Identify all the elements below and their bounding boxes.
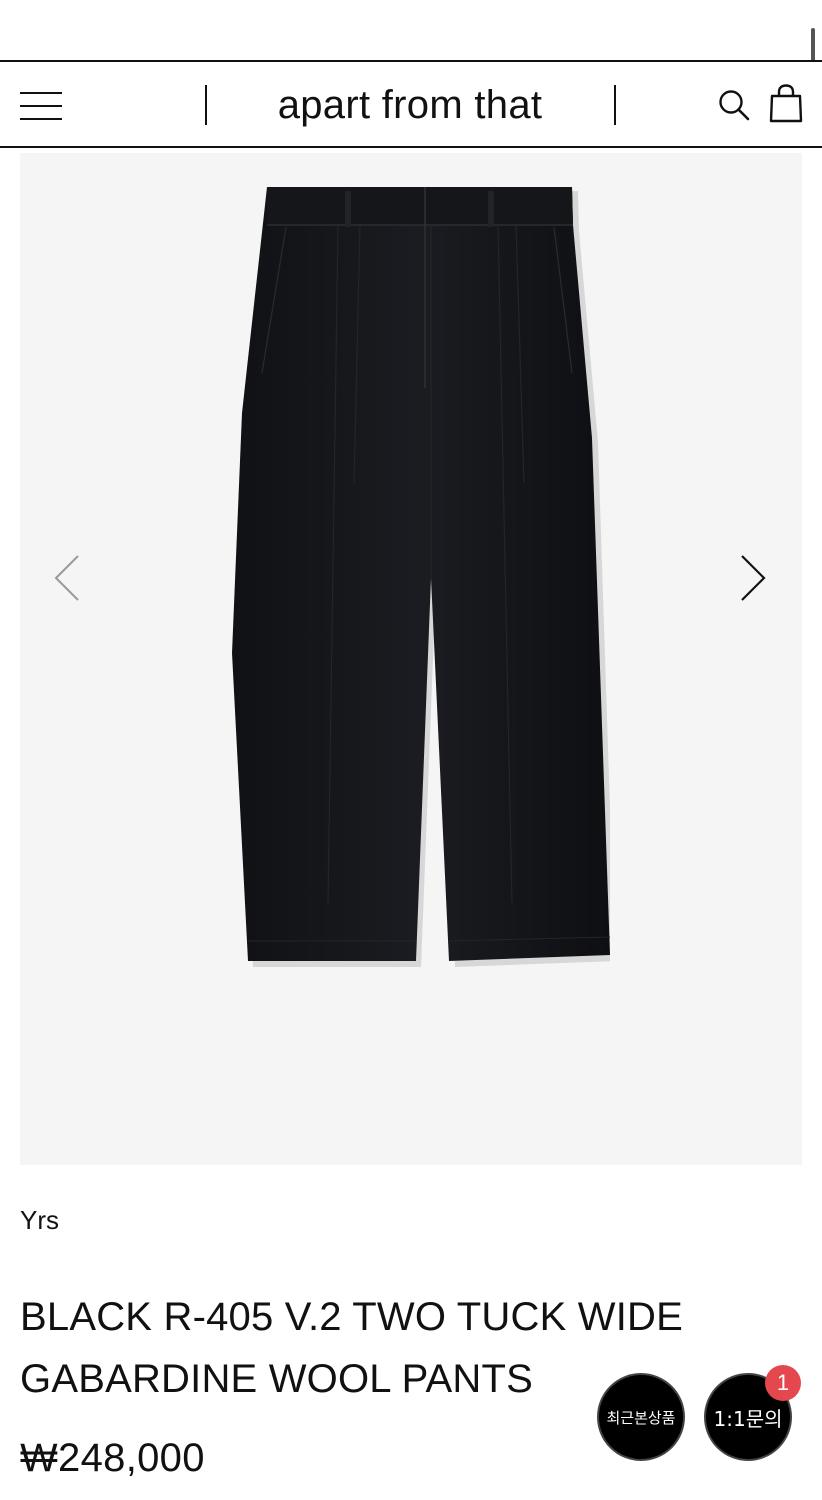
product-title-line-1: BLACK R-405 V.2 TWO TUCK WIDE <box>20 1295 684 1339</box>
product-price: ₩248,000 <box>20 1436 205 1480</box>
shopping-bag-icon <box>769 84 803 123</box>
product-brand[interactable]: Yrs <box>20 1202 59 1238</box>
site-header: apart from that <box>0 60 822 148</box>
previous-image-button[interactable] <box>50 553 90 603</box>
search-icon <box>719 90 750 121</box>
menu-button[interactable] <box>20 90 62 120</box>
header-divider-right <box>614 85 616 125</box>
recently-viewed-button[interactable]: 최근본상품 <box>597 1373 685 1461</box>
recently-viewed-label: 최근본상품 <box>606 1408 676 1427</box>
black-wide-pants-image <box>232 187 610 967</box>
cart-button[interactable] <box>768 84 804 124</box>
product-image-gallery[interactable] <box>20 153 802 1165</box>
inquiry-label: 1:1문의 <box>713 1406 783 1431</box>
hamburger-menu-icon <box>20 92 62 94</box>
search-button[interactable] <box>716 88 752 124</box>
chevron-left-icon <box>54 555 79 601</box>
product-page: apart from that Yrs BLACK R-405 V.2 TWO … <box>0 0 822 1500</box>
hamburger-menu-icon-bar <box>20 105 62 107</box>
site-logo[interactable]: apart from that <box>230 80 590 130</box>
next-image-button[interactable] <box>732 553 772 603</box>
hamburger-menu-icon-bar <box>20 118 62 120</box>
header-divider-left <box>205 85 207 125</box>
chevron-right-icon <box>741 555 766 601</box>
notification-badge: 1 <box>765 1365 801 1401</box>
